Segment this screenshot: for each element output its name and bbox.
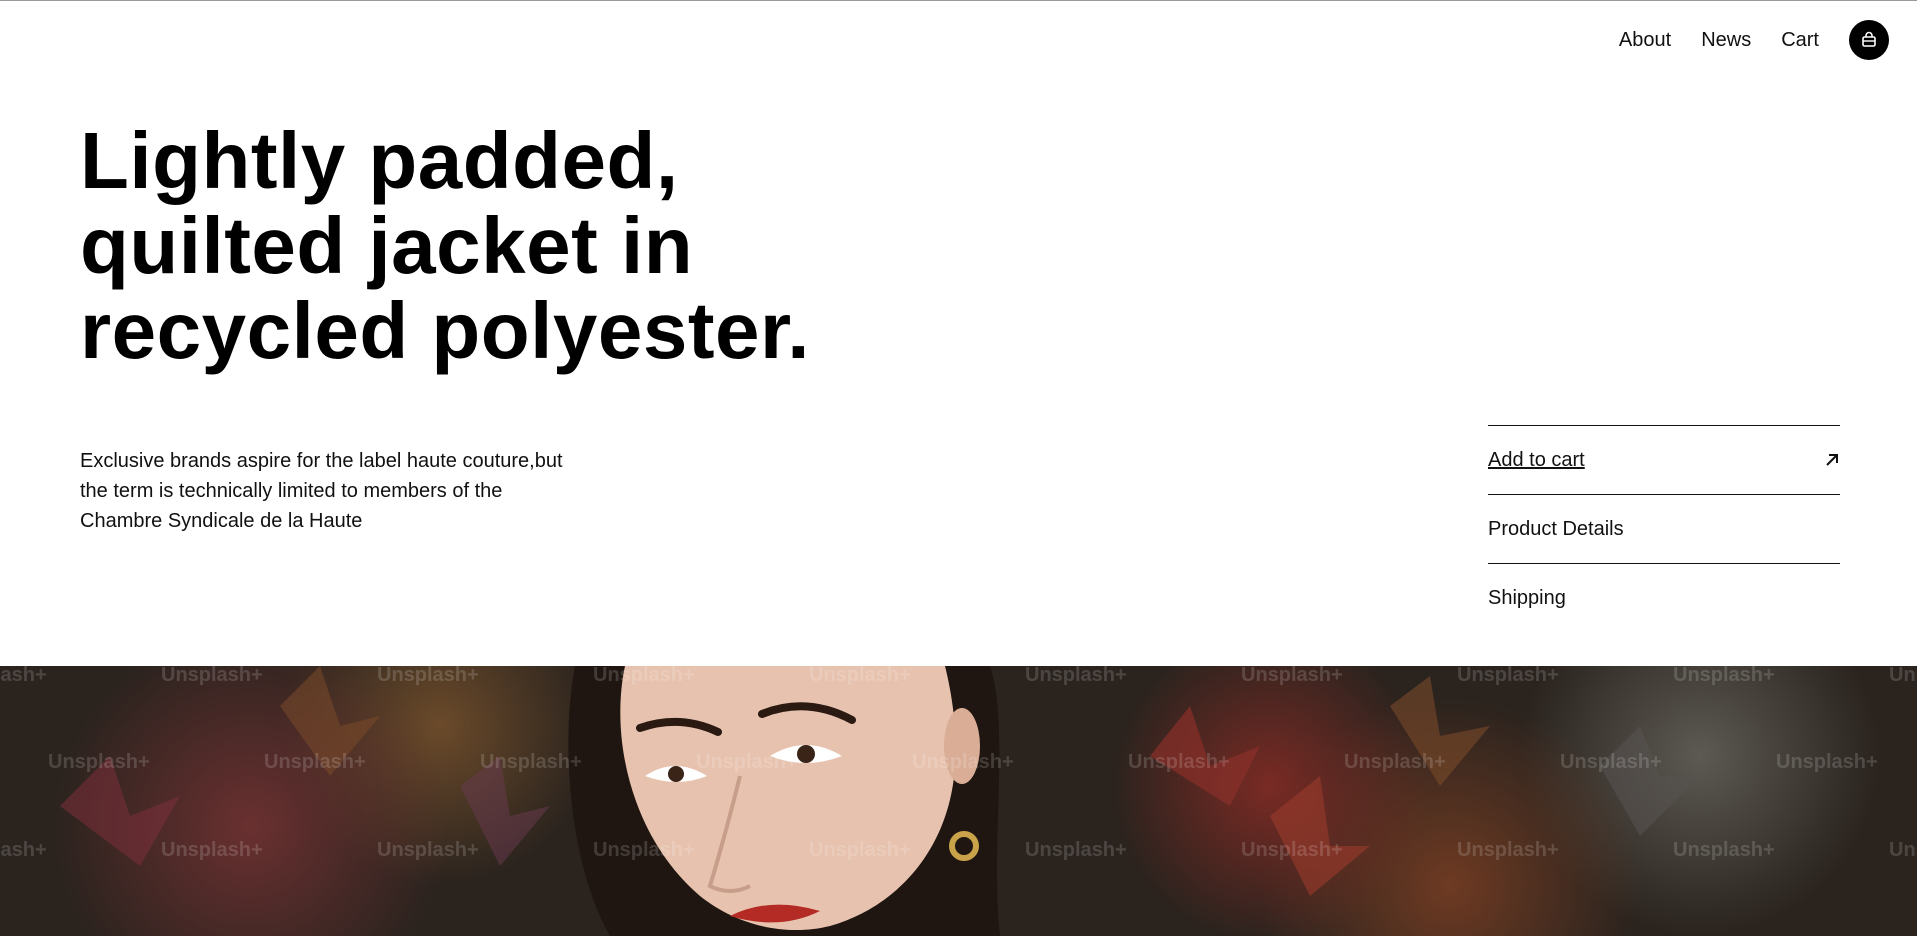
watermark-text: Unsplash+ — [1241, 839, 1343, 861]
top-divider — [0, 0, 1917, 1]
watermark-text: Unsplash+ — [0, 839, 47, 861]
watermark-text: Unsplash+ — [1457, 666, 1559, 686]
watermark-text: Unsplash+ — [1560, 751, 1662, 773]
shopping-bag-button[interactable] — [1849, 20, 1889, 60]
watermark-text: Unsplash+ — [1673, 839, 1775, 861]
watermark-text: Unsplash+ — [593, 666, 695, 686]
watermark-text: Unsplash+ — [264, 751, 366, 773]
portrait-illustration — [60, 666, 1700, 936]
product-details-label: Product Details — [1488, 517, 1624, 540]
watermark-text: Unsplash+ — [1025, 839, 1127, 861]
watermark-text: Unsplash+ — [809, 666, 911, 686]
watermark-text: Unsplash+ — [1776, 751, 1878, 773]
nav-news-link[interactable]: News — [1701, 20, 1751, 60]
nav-about-link[interactable]: About — [1619, 20, 1671, 60]
watermark-text: Unsplash+ — [1025, 666, 1127, 686]
watermark-text: Unsplash+ — [1128, 751, 1230, 773]
watermark-text: Unsplash+ — [1889, 839, 1917, 861]
watermark-text: Unsplash+ — [377, 839, 479, 861]
watermark-text: Unsplash+ — [161, 839, 263, 861]
top-nav: About News Cart — [1589, 20, 1889, 60]
shopping-bag-icon — [1862, 31, 1876, 47]
watermark-text: Unsplash+ — [593, 839, 695, 861]
hero-image: Unsplash+ Unsplash+ Unsplash+ Unsplash+ Unsp… — [0, 666, 1917, 936]
product-details-row[interactable]: Product Details — [1488, 494, 1840, 563]
watermark-text: Unsplash+ — [377, 666, 479, 686]
shipping-label: Shipping — [1488, 586, 1566, 609]
watermark-text: Unsplash+ — [1457, 839, 1559, 861]
watermark-text: Unsplash+ — [1673, 666, 1775, 686]
watermark-text: Unsplash+ — [809, 839, 911, 861]
add-to-cart-link[interactable]: Add to cart — [1488, 449, 1585, 472]
watermark-text: Unsplash+ — [696, 751, 798, 773]
watermark-text: Unsplash+ — [912, 751, 1014, 773]
arrow-up-right-icon — [1826, 454, 1838, 466]
add-to-cart-row[interactable]: Add to cart — [1488, 425, 1840, 494]
watermark-text: Unsplash+ — [480, 751, 582, 773]
product-description: Exclusive brands aspire for the label ha… — [80, 450, 563, 532]
product-actions: Add to cart Product Details Shipping — [1488, 425, 1840, 632]
watermark-text: Unsplash+ — [1241, 666, 1343, 686]
product-title: Lightly padded, quilted jacket in recycl… — [80, 116, 810, 375]
watermark-text: Unsplash+ — [1889, 666, 1917, 686]
watermark-text: Unsplash+ — [161, 666, 263, 686]
shipping-row[interactable]: Shipping — [1488, 563, 1840, 632]
watermark-text: Unsplash+ — [48, 751, 150, 773]
watermark-text: Unsplash+ — [1344, 751, 1446, 773]
nav-cart-link[interactable]: Cart — [1781, 20, 1819, 60]
watermark-text: Unsplash+ — [0, 666, 47, 686]
